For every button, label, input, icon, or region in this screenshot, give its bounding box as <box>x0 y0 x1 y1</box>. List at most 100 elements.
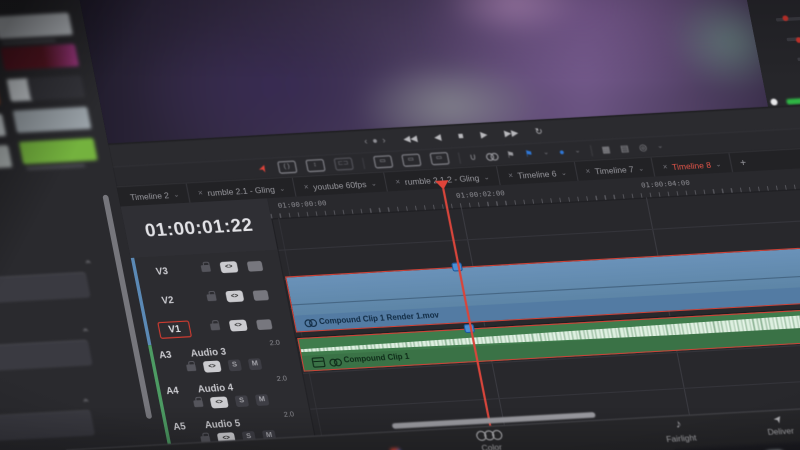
close-icon[interactable]: × <box>197 189 203 197</box>
auto-select-icon[interactable]: <> <box>210 396 229 408</box>
loop-button[interactable]: ↻ <box>534 127 543 136</box>
play-button[interactable]: ▶ <box>480 130 489 139</box>
chevron-down-icon[interactable]: ⌄ <box>173 190 180 198</box>
first-frame-button[interactable]: ◀◀ <box>403 134 419 144</box>
mute-button[interactable]: M <box>248 358 263 370</box>
track-view-icon[interactable]: ▤ <box>619 143 630 154</box>
ruler-label: 01:00:04:00 <box>640 178 690 190</box>
stop-button[interactable]: ■ <box>457 131 464 140</box>
track-badge[interactable]: V2 <box>152 292 184 308</box>
ruler-label: 01:00:02:00 <box>455 188 505 200</box>
close-icon[interactable]: × <box>662 163 668 171</box>
compound-clip-icon <box>311 357 325 368</box>
track-enable-icon[interactable] <box>256 319 273 330</box>
auto-select-icon[interactable]: <> <box>229 319 248 331</box>
link-icon <box>304 319 315 326</box>
record-indicator-icon <box>782 15 789 21</box>
app-window: ⌃ ⌃ ⌃ ‹ ● › ◀◀ ◀ <box>0 0 800 450</box>
collapsed-panel-row[interactable] <box>0 340 93 372</box>
auto-select-icon[interactable]: <> <box>203 361 222 373</box>
timecode-display[interactable]: 01:00:01:22 <box>121 198 279 258</box>
rocket-icon: ➤ <box>772 413 785 426</box>
track-name[interactable]: Audio 4 <box>197 381 234 394</box>
chevron-down-icon[interactable]: ⌄ <box>483 173 490 181</box>
shuttle-control[interactable]: ‹ ● › <box>363 136 387 146</box>
chevron-down-icon[interactable]: ⌄ <box>278 184 285 192</box>
chevron-down-icon[interactable]: ⌄ <box>542 149 549 157</box>
flag-blue-icon[interactable]: ⚑ <box>524 148 534 159</box>
lock-icon[interactable] <box>186 364 196 371</box>
track-badge-targeted[interactable]: V1 <box>157 320 192 339</box>
chevron-down-icon[interactable]: ⌄ <box>574 147 581 155</box>
record-indicator-icon <box>796 37 800 43</box>
track-enable-icon[interactable] <box>247 260 264 271</box>
media-thumbnail[interactable] <box>19 138 98 165</box>
chevron-down-icon[interactable]: ⌄ <box>714 160 721 168</box>
track-badge[interactable]: V3 <box>146 263 178 279</box>
media-thumbnail[interactable] <box>13 106 92 133</box>
media-thumbnail[interactable] <box>0 12 73 39</box>
chevron-down-icon[interactable]: ⌄ <box>656 142 663 150</box>
page-button-color[interactable]: Color <box>475 430 505 450</box>
tab-label: Timeline 6 <box>517 168 558 180</box>
close-icon[interactable]: × <box>303 183 309 191</box>
page-label: Deliver <box>767 426 795 438</box>
timeline-view-options-icon[interactable]: ▦ <box>601 144 612 155</box>
track-badge[interactable]: A5 <box>172 420 186 432</box>
track-name[interactable]: Audio 5 <box>204 417 241 430</box>
channel-format: 2.0 <box>269 339 281 347</box>
tab-label: Timeline 8 <box>671 159 712 171</box>
auto-select-icon[interactable]: <> <box>219 261 238 273</box>
close-icon[interactable]: × <box>508 172 514 180</box>
replace-clip-icon[interactable]: ▭ <box>429 152 449 165</box>
media-thumbnail[interactable] <box>0 145 12 171</box>
tab-label: rumble 2.1 - Gling <box>206 184 275 198</box>
play-reverse-button[interactable]: ◀ <box>433 133 442 142</box>
track-enable-icon[interactable] <box>252 289 269 300</box>
flag-icon[interactable]: ⚑ <box>506 149 516 160</box>
auto-select-icon[interactable]: <> <box>225 290 244 302</box>
track-badge[interactable]: A4 <box>165 384 179 396</box>
chevron-up-icon[interactable]: ⌃ <box>83 260 94 271</box>
trim-edit-mode-icon[interactable]: ( ) <box>277 161 297 174</box>
close-icon[interactable]: × <box>395 178 401 186</box>
slider-knob[interactable] <box>770 98 778 105</box>
lock-icon[interactable] <box>210 323 220 330</box>
tab-label: youtube 60fps <box>312 179 367 192</box>
lock-icon[interactable] <box>201 265 211 272</box>
track-badge[interactable]: A3 <box>158 349 172 361</box>
marker-icon[interactable]: ● <box>558 147 565 157</box>
lock-icon[interactable] <box>206 294 216 301</box>
solo-button[interactable]: S <box>227 359 242 371</box>
media-thumbnail[interactable] <box>0 114 6 140</box>
media-thumbnail[interactable] <box>0 44 79 71</box>
close-icon[interactable]: × <box>585 167 591 175</box>
zoom-icon[interactable]: ◎ <box>638 142 648 153</box>
page-button-fairlight[interactable]: ♪ Fairlight <box>663 419 698 444</box>
insert-clip-icon[interactable]: ▭ <box>372 155 392 168</box>
razor-tool-icon[interactable]: ⊏⊐ <box>333 157 353 170</box>
solo-button[interactable]: S <box>235 395 250 407</box>
dynamic-trim-mode-icon[interactable]: ↕ <box>305 159 325 172</box>
mute-button[interactable]: M <box>255 394 270 406</box>
ruler-label: 01:00:00:00 <box>277 198 327 210</box>
track-name[interactable]: Audio 3 <box>190 346 227 359</box>
chevron-up-icon[interactable]: ⌃ <box>81 398 92 409</box>
lock-icon[interactable] <box>193 400 203 407</box>
collapsed-panel-row[interactable] <box>0 410 95 442</box>
chevron-down-icon[interactable]: ⌄ <box>637 164 644 172</box>
collapsed-panel-row[interactable] <box>0 272 91 305</box>
last-frame-button[interactable]: ▶▶ <box>503 128 519 138</box>
link-clips-icon[interactable] <box>486 152 497 159</box>
chevron-down-icon[interactable]: ⌄ <box>560 169 567 177</box>
media-thumbnail[interactable] <box>6 75 85 102</box>
toolbar-separator <box>361 157 364 168</box>
chevron-down-icon[interactable]: ⌄ <box>370 179 377 187</box>
overwrite-clip-icon[interactable]: ▭ <box>401 154 421 167</box>
page-button-deliver[interactable]: ➤ Deliver <box>764 413 795 437</box>
thumbnail-caption <box>26 164 85 170</box>
thumbnail-caption <box>1 39 56 44</box>
snapping-icon[interactable]: ∪ <box>469 152 478 162</box>
chevron-up-icon[interactable]: ⌃ <box>81 328 92 339</box>
selection-mode-icon[interactable]: ➤ <box>256 162 271 175</box>
